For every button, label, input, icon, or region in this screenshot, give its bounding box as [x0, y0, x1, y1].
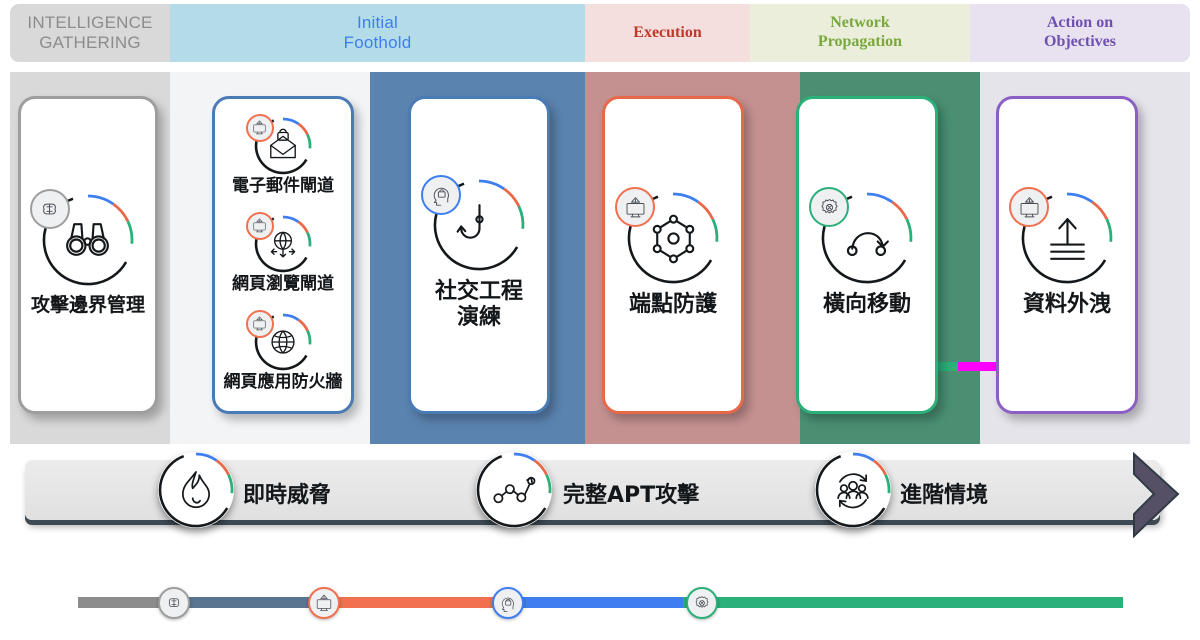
card-item: 端點防護	[615, 187, 719, 318]
badge-monitor-alert-icon	[245, 113, 274, 142]
phase-header-row: INTELLIGENCE GATHERING Initial Foothold Ex…	[0, 0, 1200, 62]
phase-legend-strip	[0, 565, 1200, 640]
legend-segment-2	[173, 597, 323, 608]
timeline-node-2[interactable]	[476, 452, 552, 528]
legend-segment-5	[683, 597, 1123, 608]
card-item: 網頁應用防火牆	[223, 309, 343, 393]
card-item: 社交工程 演練	[421, 174, 525, 330]
card-data-exfiltration[interactable]: 資料外洩	[996, 96, 1138, 414]
card-item: 橫向移動	[809, 187, 913, 318]
legend-segment-3	[323, 597, 503, 608]
card-endpoint-protection[interactable]: 端點防護	[602, 96, 744, 414]
icon-wrap	[615, 187, 719, 284]
icon-wrap	[809, 187, 913, 284]
attack-path-icon	[476, 452, 552, 528]
card-label: 橫向移動	[822, 292, 911, 318]
phase-header-label: Network Propagation	[817, 14, 903, 50]
badge-monitor-alert-icon	[245, 211, 274, 240]
badge-head-lock-icon	[421, 174, 461, 215]
legend-segment-4	[503, 597, 683, 608]
card-label: 資料外洩	[1022, 292, 1111, 318]
card-label: 攻擊邊界管理	[30, 293, 145, 316]
card-lateral-movement[interactable]: 橫向移動	[796, 96, 938, 414]
timeline-arrowhead	[1128, 451, 1184, 539]
phase-header-5: Action on Objectives	[970, 4, 1190, 62]
timeline-node-1[interactable]	[158, 452, 234, 528]
card-item: 網頁瀏覽閘道	[232, 211, 334, 295]
legend-gear-bug-icon	[686, 587, 718, 619]
flame-icon	[158, 452, 234, 528]
people-refresh-icon	[815, 452, 891, 528]
attack-lifecycle-diagram: INTELLIGENCE GATHERING Initial Foothold Ex…	[0, 0, 1200, 640]
legend-head-lock-icon	[492, 587, 524, 619]
band-sliver-1	[958, 362, 996, 371]
phase-header-4: Network Propagation	[750, 4, 970, 62]
phase-header-3: Execution	[585, 4, 750, 62]
card-label: 電子郵件閘道	[232, 176, 334, 197]
badge-monitor-alert-icon	[245, 309, 274, 338]
card-label: 端點防護	[628, 292, 717, 318]
icon-wrap	[245, 309, 312, 371]
card-label: 社交工程 演練	[434, 279, 523, 330]
phase-header-label: INTELLIGENCE GATHERING	[27, 12, 153, 52]
icon-wrap	[29, 189, 134, 286]
phase-header-label: Execution	[633, 23, 702, 41]
card-social-engineering-drill[interactable]: 社交工程 演練	[408, 96, 550, 414]
card-item: 攻擊邊界管理	[29, 189, 145, 316]
phase-header-label: Initial Foothold	[343, 12, 412, 52]
card-attack-surface-management[interactable]: 攻擊邊界管理	[18, 96, 158, 414]
badge-brain-icon	[29, 189, 70, 230]
phase-header-2: Initial Foothold	[170, 4, 585, 62]
icon-wrap	[245, 211, 312, 273]
card-label: 網頁應用防火牆	[223, 372, 343, 393]
legend-monitor-alert-icon	[308, 587, 340, 619]
legend-brain-icon	[158, 587, 190, 619]
card-item: 資料外洩	[1009, 187, 1113, 318]
card-item: 電子郵件閘道	[232, 113, 334, 197]
phase-header-1: INTELLIGENCE GATHERING	[10, 4, 170, 62]
phase-header-label: Action on Objectives	[1044, 14, 1116, 50]
icon-wrap	[421, 174, 525, 271]
timeline-node-3[interactable]	[815, 452, 891, 528]
icon-wrap	[245, 113, 312, 175]
attack-timeline: 即時威脅 完整APT攻擊 進階情境	[0, 450, 1200, 555]
timeline-label-1: 即時威脅	[243, 483, 332, 508]
card-initial-foothold-gateways[interactable]: 電子郵件閘道 網頁瀏覽閘道 網頁應用防火牆	[212, 96, 354, 414]
timeline-label-2: 完整APT攻擊	[563, 483, 700, 508]
card-label: 網頁瀏覽閘道	[232, 274, 334, 295]
icon-wrap	[1009, 187, 1113, 284]
timeline-label-3: 進階情境	[900, 483, 989, 508]
